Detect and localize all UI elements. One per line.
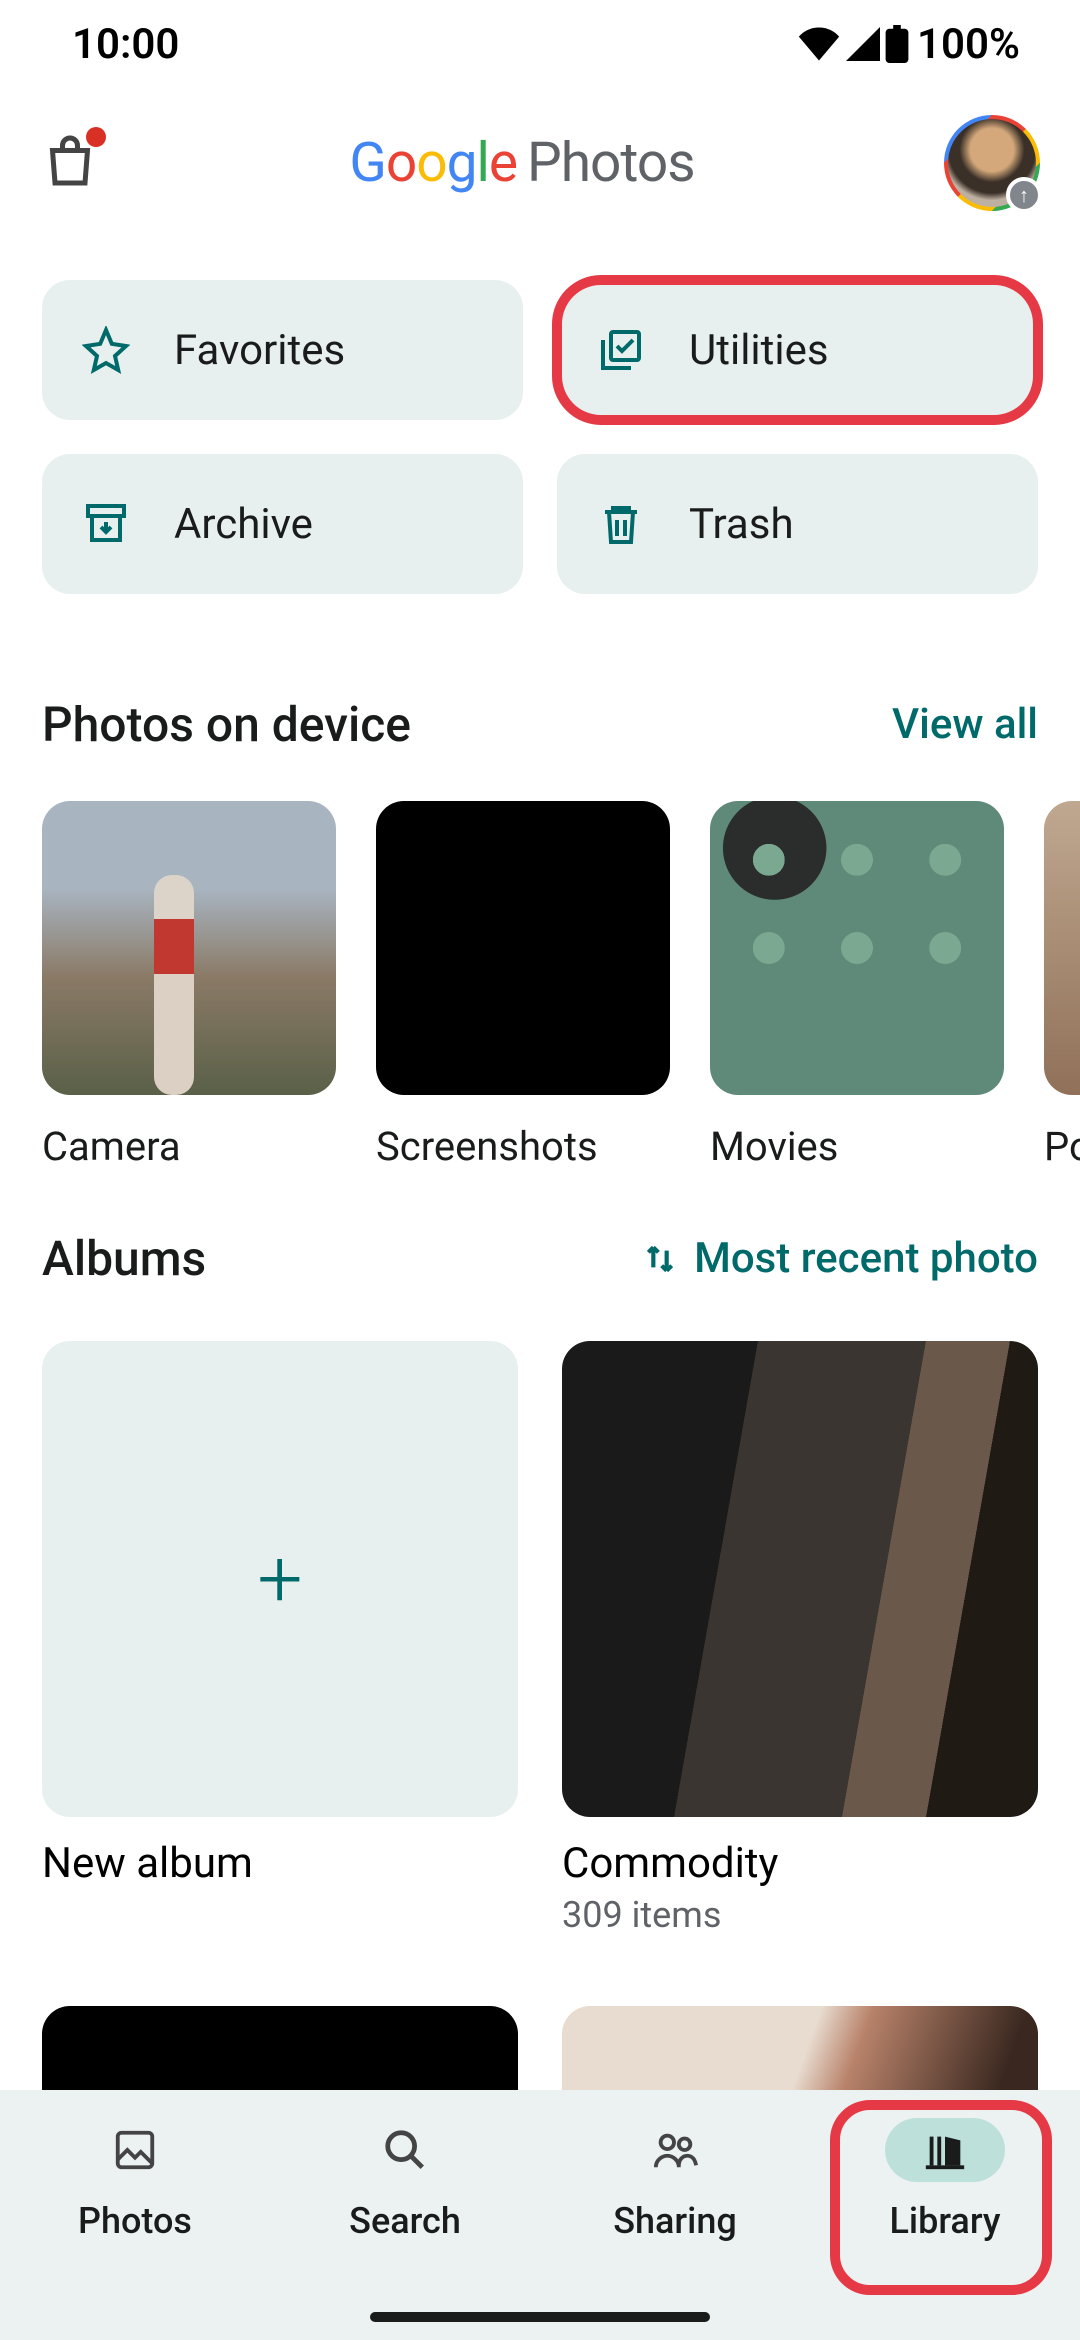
album-subtitle: 309 items: [562, 1894, 1038, 1936]
nav-photos[interactable]: Photos: [15, 2118, 255, 2242]
utilities-button[interactable]: Utilities: [557, 280, 1038, 420]
print-store-button[interactable]: [40, 133, 100, 193]
status-bar: 10:00 100%: [0, 0, 1080, 88]
archive-button[interactable]: Archive: [42, 454, 523, 594]
battery-icon: [885, 25, 909, 63]
star-icon: [82, 326, 130, 374]
album-commodity[interactable]: Commodity 309 items: [562, 1341, 1038, 1936]
folder-thumbnail: [710, 801, 1004, 1095]
trash-button[interactable]: Trash: [557, 454, 1038, 594]
new-album-button[interactable]: + New album: [42, 1341, 518, 1936]
chip-label: Utilities: [689, 326, 829, 375]
section-title: Albums: [42, 1230, 206, 1287]
albums-grid: + New album Commodity 309 items: [0, 1317, 1080, 1976]
bottom-navigation: Photos Search Sharing Library: [0, 2090, 1080, 2340]
archive-icon: [82, 500, 130, 548]
nav-label: Sharing: [613, 2200, 737, 2242]
battery-percent: 100%: [917, 20, 1020, 69]
sort-button[interactable]: Most recent photo: [640, 1234, 1038, 1283]
chip-label: Trash: [689, 500, 794, 549]
folder-thumbnail: [42, 801, 336, 1095]
search-icon: [382, 2127, 428, 2173]
folder-partial[interactable]: Po: [1044, 801, 1080, 1170]
nav-sharing[interactable]: Sharing: [555, 2118, 795, 2242]
nav-library[interactable]: Library: [825, 2118, 1065, 2242]
library-icon: [922, 2127, 968, 2173]
status-time: 10:00: [72, 20, 179, 69]
device-section-header: Photos on device View all: [0, 636, 1080, 783]
favorites-button[interactable]: Favorites: [42, 280, 523, 420]
folder-screenshots[interactable]: Screenshots: [376, 801, 670, 1170]
album-title: New album: [42, 1839, 518, 1888]
sort-arrows-icon: [640, 1239, 680, 1279]
albums-section-header: Albums Most recent photo: [0, 1170, 1080, 1317]
folder-label: Po: [1044, 1123, 1080, 1170]
wifi-icon: [797, 27, 841, 61]
folder-thumbnail: [376, 801, 670, 1095]
folder-label: Camera: [42, 1123, 336, 1170]
app-header: Google Photos: [0, 88, 1080, 238]
sort-label: Most recent photo: [694, 1234, 1038, 1283]
account-avatar[interactable]: [944, 115, 1040, 211]
trash-icon: [597, 500, 645, 548]
folder-label: Screenshots: [376, 1123, 670, 1170]
album-title: Commodity: [562, 1839, 1038, 1888]
nav-label: Search: [349, 2200, 461, 2242]
view-all-link[interactable]: View all: [892, 700, 1038, 749]
gesture-bar[interactable]: [370, 2312, 710, 2322]
folder-movies[interactable]: Movies: [710, 801, 1004, 1170]
sharing-icon: [652, 2127, 698, 2173]
photos-icon: [112, 2127, 158, 2173]
device-folders-scroller[interactable]: Camera Screenshots Movies Po: [0, 783, 1080, 1170]
app-logo: Google Photos: [349, 131, 694, 195]
notification-badge-icon: [86, 127, 106, 147]
plus-icon: +: [42, 1341, 518, 1817]
nav-label: Library: [889, 2200, 1000, 2242]
folder-thumbnail: [1044, 801, 1080, 1095]
chip-label: Favorites: [174, 326, 345, 375]
folder-camera[interactable]: Camera: [42, 801, 336, 1170]
utilities-icon: [597, 326, 645, 374]
nav-search[interactable]: Search: [285, 2118, 525, 2242]
section-title: Photos on device: [42, 696, 411, 753]
folder-label: Movies: [710, 1123, 1004, 1170]
cellular-icon: [845, 27, 881, 61]
upload-arrow-icon: [1006, 177, 1042, 213]
status-indicators: 100%: [797, 20, 1020, 69]
album-cover: [562, 1341, 1038, 1817]
chip-label: Archive: [174, 500, 313, 549]
nav-label: Photos: [78, 2200, 192, 2242]
shortcuts-grid: Favorites Utilities Archive Trash: [0, 238, 1080, 636]
